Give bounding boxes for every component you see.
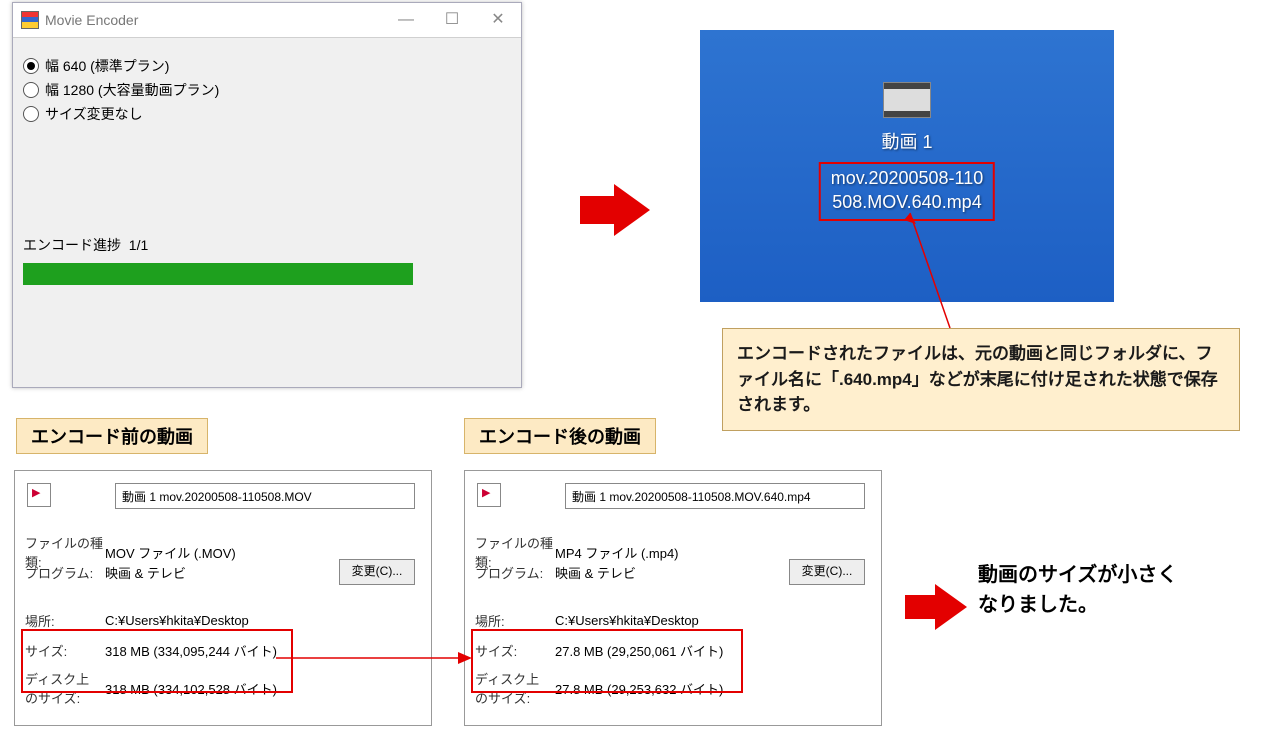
properties-after: 動画 1 mov.20200508-110508.MOV.640.mp4 ファイ… [464, 470, 882, 726]
arrow-icon [580, 184, 650, 236]
close-button[interactable]: ✕ [475, 3, 521, 37]
value-location: C:¥Users¥hkita¥Desktop [105, 613, 249, 628]
value-size: 318 MB (334,095,244 バイト) [105, 641, 277, 660]
option-label: 幅 1280 (大容量動画プラン) [45, 80, 219, 100]
progress-bar [23, 263, 413, 285]
value-disk-size: 27.8 MB (29,253,632 バイト) [555, 679, 723, 698]
value-program: 映画 & テレビ [555, 563, 636, 582]
label-size: サイズ: [25, 641, 105, 660]
value-file-type: MP4 ファイル (.mp4) [555, 543, 679, 562]
output-file-caption: 動画 1 [700, 130, 1114, 154]
movie-encoder-window: Movie Encoder — ☐ ✕ 幅 640 (標準プラン) 幅 1280… [12, 2, 522, 388]
file-type-icon [477, 483, 501, 507]
filename-field[interactable]: 動画 1 mov.20200508-110508.MOV.640.mp4 [565, 483, 865, 509]
option-no-resize[interactable]: サイズ変更なし [23, 102, 511, 126]
arrow-icon [905, 584, 967, 630]
video-file-icon [883, 82, 931, 118]
label-disk-size: ディスク上 のサイズ: [475, 669, 555, 707]
radio-icon [23, 82, 39, 98]
minimize-button[interactable]: — [383, 3, 429, 37]
option-label: 幅 640 (標準プラン) [45, 56, 169, 76]
file-type-icon [27, 483, 51, 507]
label-program: プログラム: [475, 563, 555, 582]
progress-area: エンコード進捗 1/1 [23, 235, 511, 285]
label-program: プログラム: [25, 563, 105, 582]
explanation-note: エンコードされたファイルは、元の動画と同じフォルダに、ファイル名に「.640.m… [722, 328, 1240, 431]
progress-label: エンコード進捗 1/1 [23, 235, 511, 255]
output-filename-highlight: mov.20200508-110 508.MOV.640.mp4 [819, 162, 995, 221]
app-icon [21, 11, 39, 29]
value-file-type: MOV ファイル (.MOV) [105, 543, 236, 562]
option-width-640[interactable]: 幅 640 (標準プラン) [23, 54, 511, 78]
value-disk-size: 318 MB (334,102,528 バイト) [105, 679, 277, 698]
heading-after: エンコード後の動画 [464, 418, 656, 454]
label-size: サイズ: [475, 641, 555, 660]
label-location: 場所: [475, 611, 555, 630]
radio-icon [23, 106, 39, 122]
maximize-button[interactable]: ☐ [429, 3, 475, 37]
result-caption: 動画のサイズが小さくなりました。 [978, 560, 1177, 620]
change-program-button[interactable]: 変更(C)... [789, 559, 865, 585]
option-width-1280[interactable]: 幅 1280 (大容量動画プラン) [23, 78, 511, 102]
window-title: Movie Encoder [45, 12, 138, 28]
value-program: 映画 & テレビ [105, 563, 186, 582]
radio-icon [23, 58, 39, 74]
title-bar: Movie Encoder — ☐ ✕ [13, 3, 521, 38]
change-program-button[interactable]: 変更(C)... [339, 559, 415, 585]
filename-field[interactable]: 動画 1 mov.20200508-110508.MOV [115, 483, 415, 509]
value-location: C:¥Users¥hkita¥Desktop [555, 613, 699, 628]
value-size: 27.8 MB (29,250,061 バイト) [555, 641, 723, 660]
encoding-options: 幅 640 (標準プラン) 幅 1280 (大容量動画プラン) サイズ変更なし [13, 38, 521, 126]
desktop-output-preview: 動画 1 mov.20200508-110 508.MOV.640.mp4 [700, 30, 1114, 302]
label-location: 場所: [25, 611, 105, 630]
option-label: サイズ変更なし [45, 104, 143, 124]
properties-before: 動画 1 mov.20200508-110508.MOV ファイルの種類:MOV… [14, 470, 432, 726]
heading-before: エンコード前の動画 [16, 418, 208, 454]
label-disk-size: ディスク上 のサイズ: [25, 669, 105, 707]
